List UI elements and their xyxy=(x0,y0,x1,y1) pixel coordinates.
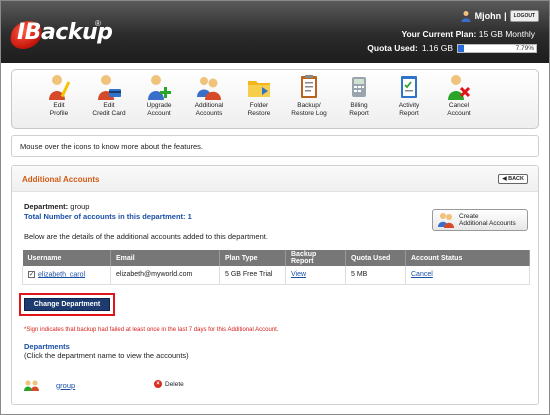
department-label: Department: xyxy=(24,202,69,211)
current-plan: Your Current Plan: 15 GB Monthly xyxy=(401,29,535,39)
app-window: IBackup ® Mjohn | LOGOUT Your Current Pl… xyxy=(0,0,550,415)
additional-accounts-icon xyxy=(197,77,221,100)
activity-report-icon xyxy=(401,76,417,98)
plan-cell: 5 GB Free Trial xyxy=(219,266,286,285)
cancel-account-link[interactable]: Cancel xyxy=(411,271,433,278)
toolbar-backup-restore-log[interactable]: Backup/ Restore Log xyxy=(284,70,334,128)
tool-label: Upgrade Account xyxy=(146,102,172,117)
departments-hint: (Click the department name to view the a… xyxy=(24,351,189,360)
tool-label: Activity Report xyxy=(398,102,420,117)
quota-percent: 7.79% xyxy=(515,44,534,52)
table-row: ✓ elizabeth_carol elizabeth@myworld.com 5… xyxy=(22,266,530,285)
quota-progress-fill xyxy=(458,44,465,52)
toolbar-cancel-account[interactable]: Cancel Account xyxy=(434,70,484,128)
additional-accounts-panel: Additional Accounts ◀ BACK Department: g… xyxy=(11,165,539,405)
total-accounts: Total Number of accounts in this departm… xyxy=(24,212,192,221)
change-department-button[interactable]: Change Department xyxy=(24,298,110,311)
column-header: Email xyxy=(110,250,220,266)
toolbar-edit-credit-card[interactable]: Edit Credit Card xyxy=(84,70,134,128)
total-value: 1 xyxy=(187,212,192,221)
quota-label: Quota Used: xyxy=(367,43,418,53)
info-bar: Mouse over the icons to know more about … xyxy=(11,135,539,157)
billing-report-icon xyxy=(352,77,366,97)
plan-value: 15 GB Monthly xyxy=(478,29,535,39)
group-icon xyxy=(24,380,39,391)
panel-header: Additional Accounts ◀ BACK xyxy=(12,166,538,192)
user-separator: | xyxy=(504,11,507,21)
ibackup-logo[interactable]: IBackup ® xyxy=(8,19,113,51)
upgrade-account-icon xyxy=(148,75,171,100)
create-label: Create Additional Accounts xyxy=(459,213,516,227)
tool-label: Backup/ Restore Log xyxy=(291,102,327,117)
delete-icon: × xyxy=(154,380,162,388)
change-department-highlight: Change Department xyxy=(19,293,115,316)
credit-card-icon xyxy=(98,75,121,100)
tool-label: Edit Credit Card xyxy=(92,102,126,117)
header-bar: IBackup ® Mjohn | LOGOUT Your Current Pl… xyxy=(1,1,549,63)
quota-used: Quota Used: 1.16 GB 7.79% xyxy=(367,43,537,53)
user-icon xyxy=(461,11,471,22)
username: Mjohn xyxy=(474,11,502,21)
toolbar-upgrade-account[interactable]: Upgrade Account xyxy=(134,70,184,128)
toolbar-edit-profile[interactable]: Edit Profile xyxy=(34,70,84,128)
department-value: group xyxy=(70,202,90,211)
folder-restore-icon xyxy=(248,81,270,97)
back-button[interactable]: ◀ BACK xyxy=(498,174,528,184)
total-label: Total Number of accounts in this departm… xyxy=(24,212,186,221)
account-checkbox[interactable]: ✓ xyxy=(28,271,35,279)
email-cell: elizabeth@myworld.com xyxy=(110,266,220,285)
panel-title: Additional Accounts xyxy=(22,175,100,184)
cancel-account-icon xyxy=(448,75,471,100)
departments-title: Departments xyxy=(24,342,70,351)
department-line: Department: group xyxy=(24,202,89,211)
edit-profile-icon xyxy=(49,75,71,100)
plan-label: Your Current Plan: xyxy=(401,29,477,39)
quota-value: 1.16 GB xyxy=(421,43,453,53)
username-link[interactable]: elizabeth_carol xyxy=(38,271,85,278)
delete-department-button[interactable]: × Delete xyxy=(154,380,184,388)
details-text: Below are the details of the additional … xyxy=(24,232,268,241)
delete-label: Delete xyxy=(165,380,184,388)
column-header: Account Status xyxy=(405,250,530,266)
create-additional-accounts-button[interactable]: Create Additional Accounts xyxy=(432,209,528,231)
tool-label: Billing Report xyxy=(349,102,369,117)
quota-cell: 5 MB xyxy=(345,266,406,285)
department-row: group xyxy=(24,379,75,391)
column-header: Plan Type xyxy=(219,250,286,266)
quota-progress-bar: 7.79% xyxy=(457,43,537,53)
accounts-table: Username Email Plan Type Backup Report Q… xyxy=(22,250,530,285)
column-header: Quota Used xyxy=(345,250,406,266)
backup-log-icon xyxy=(301,75,317,98)
column-header: Username xyxy=(22,250,111,266)
toolbar-additional-accounts[interactable]: Additional Accounts xyxy=(184,70,234,128)
tool-label: Cancel Account xyxy=(447,102,471,117)
add-users-icon xyxy=(438,213,454,228)
toolbar-activity-report[interactable]: Activity Report xyxy=(384,70,434,128)
toolbar-billing-report[interactable]: Billing Report xyxy=(334,70,384,128)
tool-label: Folder Restore xyxy=(247,102,271,117)
tool-label: Edit Profile xyxy=(49,102,69,117)
view-report-link[interactable]: View xyxy=(291,271,306,278)
logout-button[interactable]: LOGOUT xyxy=(509,10,539,22)
tool-label: Additional Accounts xyxy=(194,102,224,117)
user-box: Mjohn | LOGOUT xyxy=(460,10,539,22)
feature-toolbar: Edit Profile Edit Credit Card Upgrade Ac… xyxy=(11,69,539,129)
table-header-row: Username Email Plan Type Backup Report Q… xyxy=(22,250,530,266)
column-header: Backup Report xyxy=(285,250,346,266)
failure-note: *Sign indicates that backup had failed a… xyxy=(24,327,279,333)
department-link[interactable]: group xyxy=(56,381,75,390)
toolbar-folder-restore[interactable]: Folder Restore xyxy=(234,70,284,128)
